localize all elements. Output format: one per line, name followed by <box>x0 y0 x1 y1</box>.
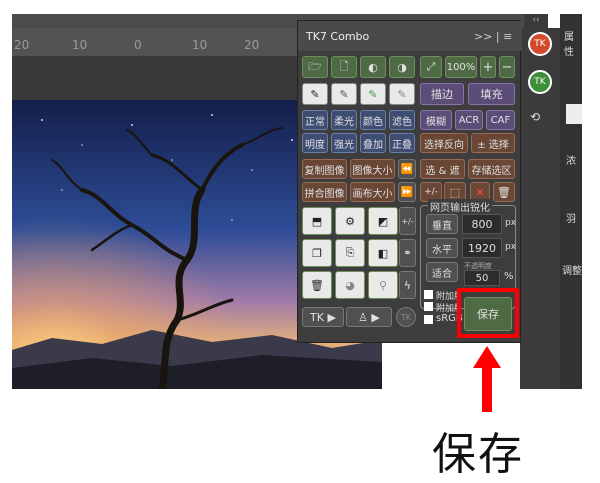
blend-luminosity[interactable]: 明度 <box>302 133 328 153</box>
horizontal-button[interactable]: 水平 <box>426 238 458 258</box>
vertical-value[interactable]: 800 <box>462 214 502 234</box>
select-mask-button[interactable]: 选 & 遮 <box>420 159 465 179</box>
adjust-layer-icon[interactable]: ⚙ <box>335 207 365 235</box>
acr-button[interactable]: ACR <box>455 110 483 130</box>
blend-normal[interactable]: 正常 <box>302 110 328 130</box>
vertical-unit: px <box>505 218 517 228</box>
ruler-mark: 0 <box>134 38 142 52</box>
plus-minus-selection-button[interactable]: ± 选择 <box>471 133 515 153</box>
history-icon[interactable]: ⟲ <box>530 110 550 132</box>
tk7-icon[interactable]: TK <box>528 70 552 94</box>
save-selection-button[interactable]: 存储选区 <box>468 159 515 179</box>
panel-title: TK7 Combo <box>306 30 370 43</box>
stroke-button[interactable]: 描边 <box>420 83 464 105</box>
tool-strip: TK TK ⟲ <box>520 28 560 389</box>
fill-button[interactable]: 填充 <box>468 83 515 105</box>
visibility-icon[interactable]: ◕ <box>335 271 365 299</box>
user-menu-button[interactable]: ♙ ▶ <box>346 307 392 327</box>
blend-overlay[interactable]: 叠加 <box>360 133 386 153</box>
mask-icon[interactable]: ◩ <box>368 207 398 235</box>
opacity-unit: % <box>504 271 514 282</box>
panel-header: TK7 Combo >> | ≡ <box>298 21 522 51</box>
new-file-icon[interactable]: 🗋 <box>331 56 357 78</box>
zoom-in-icon[interactable]: + <box>480 56 496 78</box>
ruler-mark: 20 <box>244 38 260 52</box>
ruler-mark: 10 <box>72 38 88 52</box>
zoom-out-icon[interactable]: − <box>499 56 515 78</box>
caf-button[interactable]: CAF <box>486 110 515 130</box>
check-1[interactable] <box>424 290 433 299</box>
contrast2-icon[interactable]: ◑ <box>389 56 415 78</box>
screenshot-root: ‹‹ 20 10 0 10 20 TK TK ⟲ 属性 浓 羽 调整 TK7 C… <box>0 0 600 483</box>
opacity-value[interactable]: 50 <box>464 270 500 286</box>
density-label: 浓 <box>566 156 576 167</box>
brush-green-icon[interactable]: ✎ <box>360 83 386 105</box>
horizontal-unit: px <box>505 242 517 252</box>
trash-small-icon[interactable]: 🗑 <box>493 182 515 202</box>
copy-layer-icon[interactable]: ⎘ <box>335 239 365 267</box>
ruler: 20 10 0 10 20 <box>12 28 298 58</box>
tk-menu-button[interactable]: TK ▶ <box>302 307 344 327</box>
blend-multiply[interactable]: 正叠 <box>389 133 415 153</box>
layers-stack-icon[interactable]: ❐ <box>302 239 332 267</box>
link-icon[interactable]: ⚭ <box>399 239 416 267</box>
forward-icon[interactable]: ⏩ <box>398 182 416 202</box>
feather-label: 羽 <box>566 214 576 225</box>
sharpen-title: 网页输出锐化 <box>428 199 492 214</box>
zoom-100-button[interactable]: 100% <box>445 56 477 78</box>
layer-new-icon[interactable]: ⬒ <box>302 207 332 235</box>
pin-icon[interactable]: ⚲ <box>368 271 398 299</box>
blend-softlight[interactable]: 柔光 <box>331 110 357 130</box>
panel-menu-icon[interactable]: >> | ≡ <box>474 30 512 43</box>
brush-gray-icon[interactable]: ✎ <box>389 83 415 105</box>
open-file-icon[interactable]: 🗁 <box>302 56 328 78</box>
trash-icon[interactable]: 🗑 <box>302 271 332 299</box>
brush-black-icon[interactable]: ✎ <box>302 83 328 105</box>
blend-hardlight[interactable]: 强光 <box>331 133 357 153</box>
vertical-button[interactable]: 垂直 <box>426 214 458 234</box>
properties-label: 属性 <box>564 32 574 58</box>
adjust-label: 调整 <box>562 266 582 277</box>
swatch[interactable] <box>566 104 582 124</box>
check-2[interactable] <box>424 302 433 311</box>
image-size-button[interactable]: 图像大小 <box>350 159 395 179</box>
check-3[interactable] <box>424 315 433 324</box>
ruler-mark: 20 <box>14 38 30 52</box>
contrast-icon[interactable]: ◐ <box>360 56 386 78</box>
blend-screen[interactable]: 滤色 <box>389 110 415 130</box>
canvas-size-button[interactable]: 画布大小 <box>350 182 395 202</box>
rewind-icon[interactable]: ⏪ <box>398 159 416 179</box>
invert-selection-button[interactable]: 选择反向 <box>420 133 468 153</box>
brush-white-icon[interactable]: ✎ <box>331 83 357 105</box>
duplicate-image-button[interactable]: 复制图像 <box>302 159 347 179</box>
fit-screen-icon[interactable]: ⤢ <box>420 56 442 78</box>
horizontal-value[interactable]: 1920 <box>462 238 502 258</box>
tk-logo-icon[interactable]: TK <box>528 32 552 56</box>
tk-circle-icon[interactable]: TK <box>396 307 416 327</box>
split-icon[interactable]: ◧ <box>368 239 398 267</box>
up-arrow-icon <box>473 346 501 412</box>
flatten-image-button[interactable]: 拼合图像 <box>302 182 347 202</box>
small-plusminus-1[interactable]: +/- <box>399 207 416 235</box>
properties-panel: 属性 浓 羽 调整 <box>560 14 582 389</box>
fit-button[interactable]: 适合 <box>426 262 458 282</box>
lightning-icon[interactable]: ϟ <box>399 271 416 299</box>
blur-button[interactable]: 模糊 <box>420 110 452 130</box>
ruler-mark: 10 <box>192 38 208 52</box>
annotation-label: 保存 <box>432 429 524 480</box>
blend-color[interactable]: 颜色 <box>360 110 386 130</box>
save-highlight-box <box>457 288 519 338</box>
